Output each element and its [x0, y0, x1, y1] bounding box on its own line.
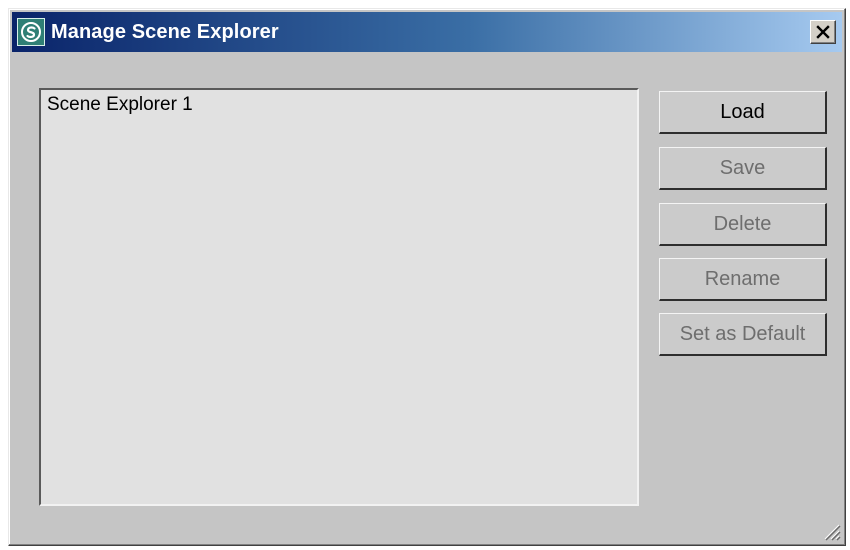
list-item[interactable]: Scene Explorer 1: [41, 90, 637, 120]
manage-scene-explorer-dialog: Manage Scene Explorer Scene Explorer 1 L…: [8, 8, 846, 546]
close-button[interactable]: [810, 20, 836, 44]
close-icon: [816, 25, 830, 39]
resize-grip-icon[interactable]: [819, 519, 841, 541]
set-as-default-button[interactable]: Set as Default: [659, 313, 827, 356]
window-title: Manage Scene Explorer: [51, 20, 279, 43]
title-bar[interactable]: Manage Scene Explorer: [12, 12, 842, 52]
delete-button[interactable]: Delete: [659, 203, 827, 246]
app-icon: [17, 18, 45, 46]
scene-explorer-list[interactable]: Scene Explorer 1: [39, 88, 639, 506]
save-button[interactable]: Save: [659, 147, 827, 190]
load-button[interactable]: Load: [659, 91, 827, 134]
app-logo-icon: [21, 22, 41, 42]
rename-button[interactable]: Rename: [659, 258, 827, 301]
